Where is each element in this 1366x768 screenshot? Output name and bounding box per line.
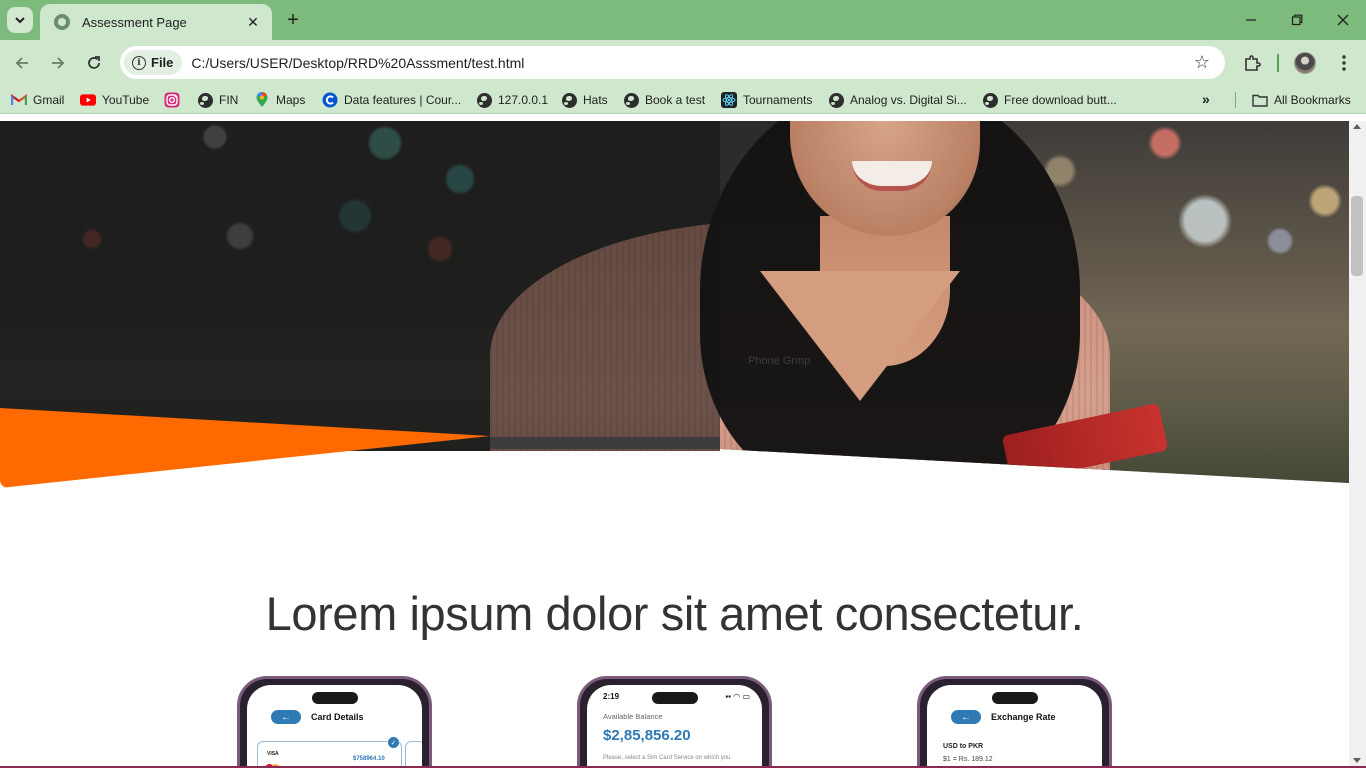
gmail-icon bbox=[11, 92, 27, 108]
instagram-icon bbox=[164, 92, 180, 108]
bookmark-instagram[interactable] bbox=[164, 91, 180, 109]
phone-screen-title: Exchange Rate bbox=[991, 712, 1056, 722]
bookmark-label: Book a test bbox=[645, 93, 706, 107]
info-icon: i bbox=[132, 55, 146, 70]
bookmarks-overflow-button[interactable]: » bbox=[1202, 91, 1210, 107]
tab-search-button[interactable] bbox=[7, 7, 33, 33]
kebab-menu-icon bbox=[1342, 55, 1346, 71]
bookmark-label: FIN bbox=[219, 93, 239, 107]
back-button[interactable] bbox=[10, 51, 34, 75]
bookmark-analog-vs-digital[interactable]: Analog vs. Digital Si... bbox=[828, 91, 967, 109]
bookmark-label: Maps bbox=[276, 93, 306, 107]
bookmark-label: Gmail bbox=[33, 93, 65, 107]
bookmark-free-download[interactable]: Free download butt... bbox=[982, 91, 1117, 109]
all-bookmarks-label: All Bookmarks bbox=[1274, 93, 1351, 107]
reload-icon bbox=[88, 56, 100, 69]
bookmark-label: 127.0.0.1 bbox=[498, 93, 549, 107]
arrow-left-icon bbox=[15, 57, 28, 69]
site-info-chip[interactable]: i File bbox=[124, 50, 183, 75]
phone-screen-title: Card Details bbox=[311, 712, 364, 722]
all-bookmarks-button[interactable]: All Bookmarks bbox=[1252, 91, 1351, 109]
scroll-up-arrow-icon[interactable] bbox=[1353, 124, 1361, 129]
phone-clock: 2:19 bbox=[603, 692, 620, 701]
minimize-icon bbox=[1246, 19, 1256, 21]
url-text[interactable]: C:/Users/USER/Desktop/RRD%20Asssment/tes… bbox=[191, 55, 1189, 71]
bookmark-label: Hats bbox=[583, 93, 608, 107]
check-icon: ✓ bbox=[388, 737, 399, 748]
globe-icon bbox=[828, 92, 844, 108]
puzzle-icon bbox=[1245, 55, 1261, 71]
globe-icon bbox=[197, 92, 213, 108]
browser-menu-button[interactable] bbox=[1331, 50, 1357, 76]
arrow-left-icon: ← bbox=[951, 710, 981, 724]
globe-icon bbox=[623, 92, 639, 108]
balance-label: Available Balance bbox=[603, 712, 663, 721]
currency-pair: USD to PKR bbox=[943, 743, 984, 750]
bookmark-fin[interactable]: FIN bbox=[197, 91, 238, 109]
folder-icon bbox=[1252, 92, 1268, 108]
tab-strip: Assessment Page ✕ + bbox=[0, 0, 1366, 40]
coursera-icon bbox=[322, 92, 338, 108]
reload-button[interactable] bbox=[82, 51, 106, 75]
address-bar[interactable]: i File C:/Users/USER/Desktop/RRD%20Asssm… bbox=[120, 46, 1225, 79]
bookmark-label: YouTube bbox=[102, 93, 150, 107]
balance-note: Please, select a Sim Card Service on whi… bbox=[603, 755, 731, 761]
bookmarks-divider bbox=[1235, 92, 1236, 108]
bookmark-book-a-test[interactable]: Book a test bbox=[623, 91, 705, 109]
globe-icon bbox=[982, 92, 998, 108]
signal-wifi-battery-icon: ▪▪ ◠ ▭ bbox=[725, 692, 750, 701]
new-tab-button[interactable]: + bbox=[282, 9, 304, 31]
page-scrollbar[interactable] bbox=[1349, 121, 1366, 766]
tab-title: Assessment Page bbox=[82, 14, 187, 30]
tab-assessment-page[interactable]: Assessment Page ✕ bbox=[40, 4, 272, 40]
card-amount: $758964.10 bbox=[353, 756, 385, 762]
bookmark-gmail[interactable]: Gmail bbox=[11, 91, 64, 109]
react-icon bbox=[721, 92, 737, 108]
card-brand: VISA bbox=[267, 751, 279, 757]
bookmark-localhost[interactable]: 127.0.0.1 bbox=[476, 91, 548, 109]
scroll-down-arrow-icon[interactable] bbox=[1353, 758, 1361, 763]
bookmarks-bar: Gmail YouTube FIN Maps Data features | C… bbox=[0, 86, 1366, 114]
balance-value: $2,85,856.20 bbox=[603, 727, 691, 744]
youtube-icon bbox=[80, 92, 96, 108]
extensions-button[interactable] bbox=[1239, 50, 1265, 76]
globe-icon bbox=[476, 92, 492, 108]
bookmark-tournaments[interactable]: Tournaments bbox=[721, 91, 812, 109]
tab-close-icon[interactable]: ✕ bbox=[244, 13, 262, 31]
exchange-rate-value: $1 = Rs. 189.12 bbox=[943, 756, 993, 763]
bookmark-label: Free download butt... bbox=[1004, 93, 1117, 107]
chevron-down-icon bbox=[15, 17, 25, 24]
hero-section: Phone Grmp bbox=[0, 121, 1349, 491]
forward-button[interactable] bbox=[46, 51, 70, 75]
restore-button[interactable] bbox=[1274, 6, 1320, 34]
bookmark-maps[interactable]: Maps bbox=[254, 91, 305, 109]
bookmark-label: Tournaments bbox=[743, 93, 813, 107]
bookmark-label: Analog vs. Digital Si... bbox=[850, 93, 967, 107]
minimize-button[interactable] bbox=[1228, 6, 1274, 34]
restore-icon bbox=[1291, 14, 1303, 26]
phone-exchange-rate: ← Exchange Rate USD to PKR $1 = Rs. 189.… bbox=[917, 676, 1112, 766]
arrow-left-icon: ← bbox=[271, 710, 301, 724]
arrow-right-icon bbox=[52, 57, 65, 69]
toolbar-divider bbox=[1277, 54, 1279, 72]
profile-avatar[interactable] bbox=[1294, 52, 1316, 74]
bookmark-data-features[interactable]: Data features | Cour... bbox=[322, 91, 461, 109]
section-headline: Lorem ipsum dolor sit amet consectetur. bbox=[265, 587, 1084, 640]
close-icon bbox=[1337, 14, 1349, 26]
bookmark-star-icon[interactable]: ☆ bbox=[1189, 52, 1215, 73]
bookmark-label: Data features | Cour... bbox=[344, 93, 462, 107]
close-window-button[interactable] bbox=[1320, 6, 1366, 34]
phone-card-details: ← Card Details ✓ VISA $758964.10 bbox=[237, 676, 432, 766]
maps-icon bbox=[254, 92, 270, 108]
scrollbar-thumb[interactable] bbox=[1351, 196, 1363, 276]
phone-balance: 2:19 ▪▪ ◠ ▭ Available Balance $2,85,856.… bbox=[577, 676, 772, 766]
phone-mockups: ← Card Details ✓ VISA $758964.10 2:19 ▪▪… bbox=[0, 676, 1349, 766]
globe-icon bbox=[561, 92, 577, 108]
page-favicon-icon bbox=[54, 14, 70, 30]
page-viewport: Phone Grmp Lorem ipsum dolor sit amet co… bbox=[0, 121, 1349, 766]
bookmark-youtube[interactable]: YouTube bbox=[80, 91, 149, 109]
site-chip-label: File bbox=[151, 55, 174, 70]
hero-watermark: Phone Grmp bbox=[748, 355, 811, 367]
bookmark-hats[interactable]: Hats bbox=[561, 91, 608, 109]
